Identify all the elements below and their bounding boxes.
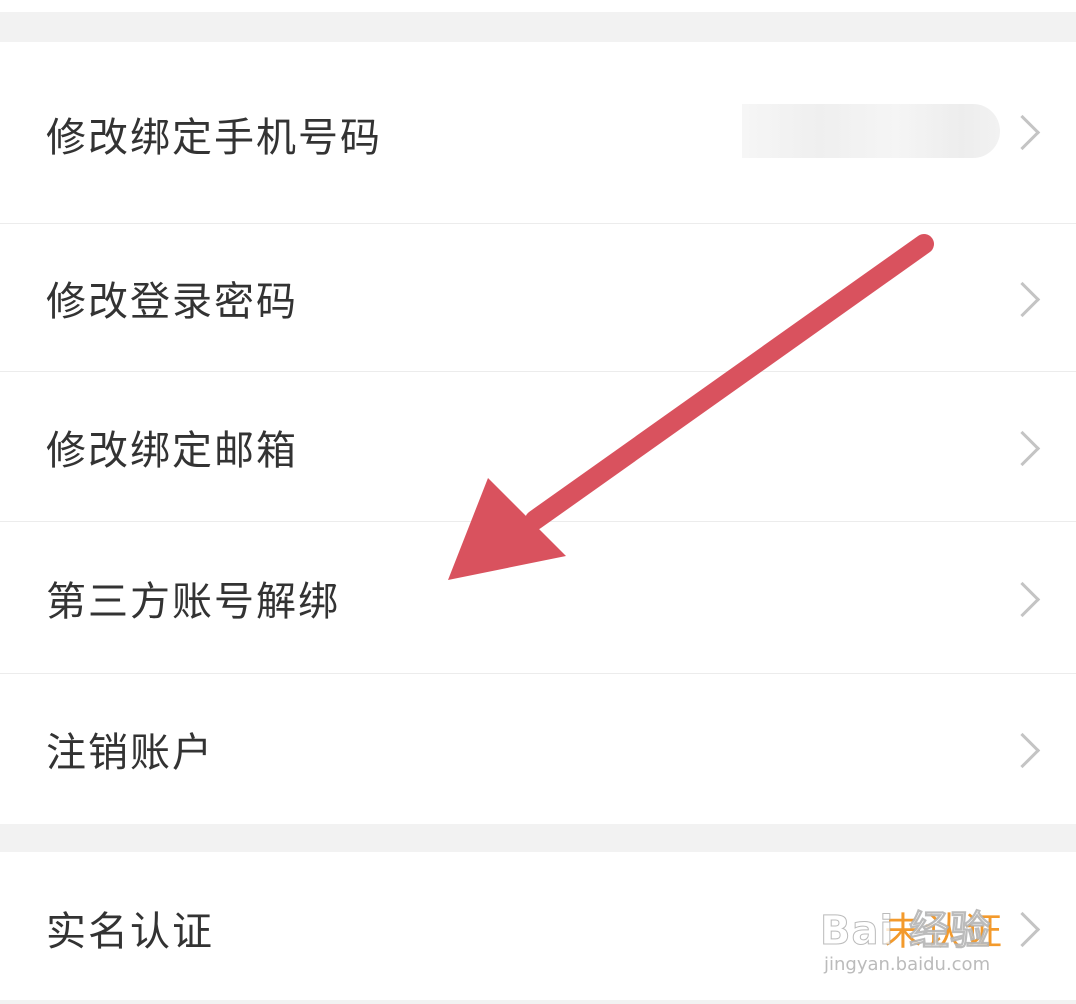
section-gap [0, 824, 1076, 852]
menu-item-label: 修改登录密码 [46, 279, 298, 325]
menu-item-change-email[interactable]: 修改绑定邮箱 [0, 372, 1076, 522]
menu-item-change-password[interactable]: 修改登录密码 [0, 224, 1076, 372]
menu-item-label: 注销账户 [46, 730, 214, 776]
menu-item-label: 第三方账号解绑 [46, 579, 340, 625]
chevron-right-icon [1010, 120, 1032, 142]
chevron-right-icon [1010, 436, 1032, 458]
chevron-right-icon [1010, 287, 1032, 309]
menu-item-label: 修改绑定邮箱 [46, 428, 298, 474]
menu-item-label: 修改绑定手机号码 [46, 115, 382, 161]
chevron-right-icon [1010, 587, 1032, 609]
menu-item-unbind-third-party[interactable]: 第三方账号解绑 [0, 522, 1076, 674]
menu-item-label: 实名认证 [46, 909, 214, 955]
phone-number-blurred [742, 104, 1000, 158]
menu-item-cancel-account[interactable]: 注销账户 [0, 674, 1076, 824]
menu-item-change-phone[interactable]: 修改绑定手机号码 [0, 42, 1076, 224]
chevron-right-icon [1010, 738, 1032, 760]
verification-status-text: 未认证 [883, 909, 1004, 954]
top-section-gap [0, 0, 1076, 42]
chevron-right-icon [1010, 917, 1032, 939]
menu-item-real-name-verification[interactable]: 实名认证 未认证 [0, 852, 1076, 1000]
